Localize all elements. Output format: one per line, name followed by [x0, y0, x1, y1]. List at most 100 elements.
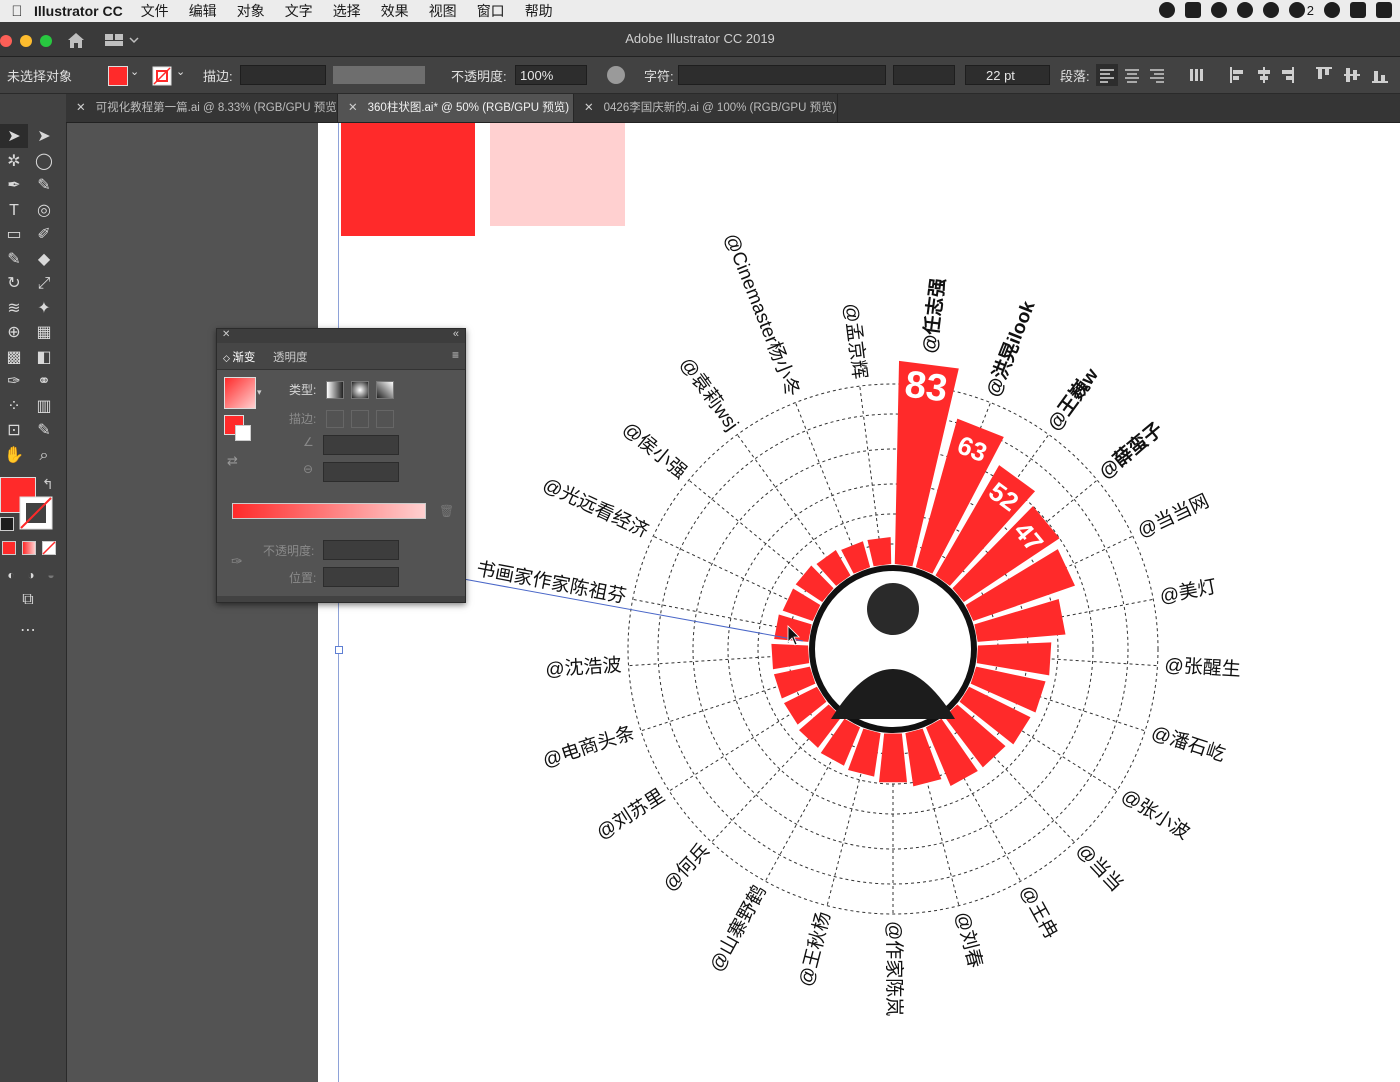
swap-colors-icon[interactable]: ↰ — [42, 476, 54, 493]
chart-bar[interactable] — [878, 733, 908, 783]
draw-normal-icon[interactable]: ◐ — [0, 564, 22, 586]
rotate-tool-icon[interactable]: ↻ — [3, 273, 25, 295]
chevron-down-icon[interactable]: ⌄ — [130, 65, 139, 78]
wechat-icon[interactable] — [1376, 2, 1392, 18]
symbol-sprayer-tool-icon[interactable]: ⁘ — [3, 396, 25, 418]
eyedropper-icon[interactable]: ✑ — [231, 553, 243, 570]
chevron-down-icon[interactable]: ▾ — [257, 387, 262, 398]
menu-edit[interactable]: 编辑 — [189, 1, 217, 21]
shaper-tool-icon[interactable]: ✎ — [3, 249, 25, 271]
opacity-field[interactable]: 100% — [515, 65, 587, 85]
menu-type[interactable]: 文字 — [285, 1, 313, 21]
app-menu[interactable]: Illustrator CC — [34, 3, 123, 19]
close-panel-icon[interactable]: ✕ — [222, 329, 230, 340]
variable-width-profile[interactable] — [333, 66, 425, 84]
align-objects-group[interactable] — [1186, 64, 1396, 86]
shape-builder-tool-icon[interactable]: ⊕ — [3, 322, 25, 344]
chart-bar[interactable] — [771, 643, 810, 670]
puppet-warp-tool-icon[interactable]: ✦ — [33, 298, 55, 320]
shield-icon[interactable] — [1262, 2, 1279, 18]
artboard[interactable]: 83 63 52 47 @任志强 @洪晃ilook @王巍w @薛蛮子 @当当网 @美灯 @张醒生 @… — [318, 123, 1400, 1082]
panel-header[interactable]: ✕ « — [217, 328, 465, 343]
tab-doc-2[interactable]: ✕ 360柱状图.ai* @ 50% (RGB/GPU 预览) — [338, 94, 574, 122]
tab-doc-1[interactable]: ✕ 可视化教程第一篇.ai @ 8.33% (RGB/GPU 预览) — [66, 94, 338, 122]
type-tool-icon[interactable]: T — [3, 200, 25, 222]
scale-tool-icon[interactable]: ⤢ — [33, 273, 55, 295]
linear-gradient-button[interactable] — [326, 381, 344, 399]
collapse-panel-icon[interactable]: « — [453, 328, 459, 340]
freeform-gradient-button[interactable] — [376, 381, 394, 399]
column-graph-tool-icon[interactable]: ▥ — [33, 396, 55, 418]
recolor-icon[interactable] — [607, 66, 625, 84]
lasso-tool-icon[interactable]: ◯ — [33, 151, 55, 173]
chart-bar[interactable] — [867, 537, 892, 567]
tab-gradient[interactable]: ◇ 渐变 — [223, 349, 255, 365]
aspect-ratio-field[interactable] — [323, 462, 399, 482]
polar-grid-tool-icon[interactable]: ◎ — [33, 200, 55, 222]
pen-tool-icon[interactable]: ✒ — [3, 175, 25, 197]
eyedropper-tool-icon[interactable]: ✑ — [3, 371, 25, 393]
rectangle-tool-icon[interactable]: ▭ — [3, 224, 25, 246]
tab-transparency[interactable]: 透明度 — [273, 349, 308, 365]
draw-inside-icon[interactable]: ◒ — [40, 564, 62, 586]
artboard-tool-icon[interactable]: ⊡ — [3, 420, 25, 442]
tab-doc-3[interactable]: ✕ 0426李国庆新的.ai @ 100% (RGB/GPU 预览) — [574, 94, 838, 122]
send-icon[interactable] — [1350, 2, 1366, 18]
none-mode-icon[interactable] — [42, 541, 56, 555]
chat-icon[interactable] — [1210, 2, 1227, 18]
color-mode-icon[interactable] — [2, 541, 16, 555]
menu-file[interactable]: 文件 — [141, 1, 169, 21]
stroke-swatch[interactable] — [152, 66, 172, 86]
close-tab-icon[interactable]: ✕ — [584, 102, 594, 114]
panel-menu-icon[interactable]: ≡ — [452, 348, 459, 362]
record-icon[interactable] — [1158, 2, 1175, 18]
hand-tool-icon[interactable]: ✋ — [3, 445, 25, 467]
radial-gradient-button[interactable] — [351, 381, 369, 399]
stroke-weight-field[interactable] — [240, 65, 326, 85]
apple-menu-icon[interactable]:  — [0, 3, 34, 20]
stroke-across-button[interactable] — [376, 410, 394, 428]
stroke-along-button[interactable] — [351, 410, 369, 428]
default-colors-icon[interactable] — [0, 517, 14, 531]
perspective-grid-tool-icon[interactable]: ▦ — [33, 322, 55, 344]
stroke-within-button[interactable] — [326, 410, 344, 428]
blend-tool-icon[interactable]: ⚭ — [33, 371, 55, 393]
close-tab-icon[interactable]: ✕ — [76, 102, 86, 114]
stop-position-field[interactable] — [323, 567, 399, 587]
eraser-tool-icon[interactable]: ◆ — [33, 249, 55, 271]
width-tool-icon[interactable]: ≋ — [3, 298, 25, 320]
curvature-tool-icon[interactable]: ✎ — [33, 175, 55, 197]
clipboard-icon[interactable] — [1184, 2, 1201, 18]
close-tab-icon[interactable]: ✕ — [348, 102, 358, 114]
menu-help[interactable]: 帮助 — [525, 1, 553, 21]
angle-field[interactable] — [323, 435, 399, 455]
menu-object[interactable]: 对象 — [237, 1, 265, 21]
font-style-field[interactable] — [893, 65, 955, 85]
stroke-color-box[interactable] — [18, 495, 54, 531]
zoom-tool-icon[interactable]: ⌕ — [33, 445, 55, 467]
gradient-stroke-box[interactable] — [235, 425, 251, 441]
mesh-tool-icon[interactable]: ▩ — [3, 347, 25, 369]
chevron-down-icon[interactable]: ⌄ — [176, 65, 185, 78]
menu-window[interactable]: 窗口 — [477, 1, 505, 21]
delete-stop-icon[interactable]: 🗑 — [439, 504, 454, 518]
font-size-field[interactable]: 22 pt — [965, 65, 1050, 85]
menu-view[interactable]: 视图 — [429, 1, 457, 21]
gradient-mode-icon[interactable] — [22, 541, 36, 555]
slice-tool-icon[interactable]: ✎ — [33, 420, 55, 442]
gradient-slider[interactable] — [232, 503, 426, 519]
stop-opacity-field[interactable] — [323, 540, 399, 560]
cloud-icon[interactable] — [1236, 2, 1253, 18]
fill-swatch[interactable] — [108, 66, 128, 86]
magic-wand-tool-icon[interactable]: ✲ — [3, 151, 25, 173]
gradient-tool-icon[interactable]: ◧ — [33, 347, 55, 369]
screen-mode-icon[interactable]: ⧉ — [17, 589, 39, 611]
direct-selection-tool-icon[interactable]: ➤ — [33, 126, 55, 148]
sync-icon[interactable] — [1324, 2, 1340, 18]
notification-icon[interactable] — [1288, 2, 1305, 18]
more-tools-icon[interactable]: ⋯ — [17, 620, 39, 642]
radial-bar-chart[interactable]: 83635247@任志强 @洪晃ilook@王巍w@薛蛮子@当当网@美灯@张醒生@… — [318, 123, 1400, 1082]
guide-anchor-point[interactable] — [335, 646, 343, 654]
menu-effect[interactable]: 效果 — [381, 1, 409, 21]
font-family-field[interactable] — [678, 65, 886, 85]
